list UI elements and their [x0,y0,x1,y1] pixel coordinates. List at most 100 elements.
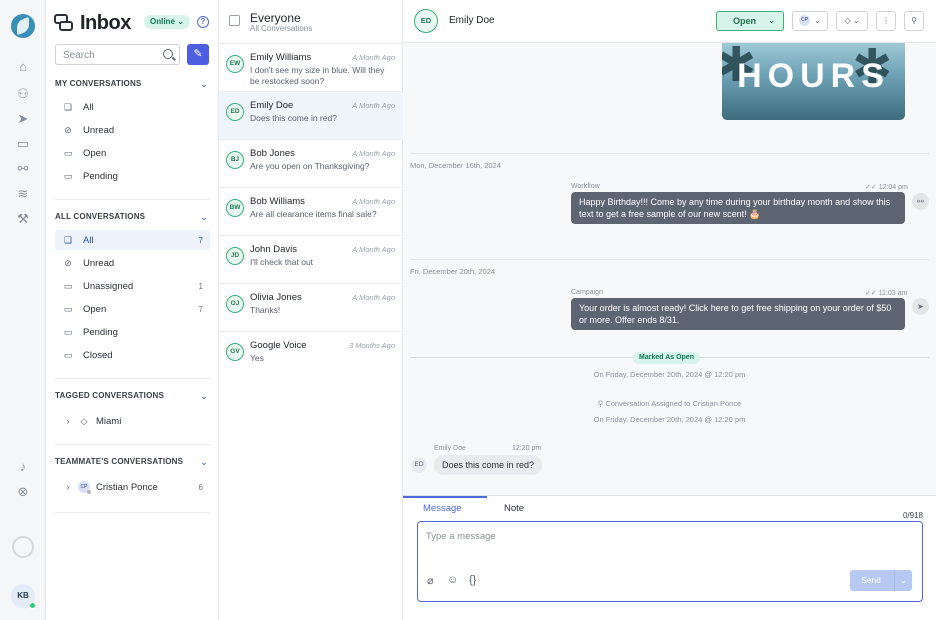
nav-item-count: 6 [198,482,203,492]
message-source: Campaign [571,289,603,296]
help-icon[interactable]: ? [197,16,209,28]
workflows-icon[interactable]: ⚯ [15,161,31,177]
chevron-down-icon[interactable]: ⌄ [200,212,208,223]
chevron-right-icon[interactable]: › [62,416,74,426]
app-logo-icon[interactable] [11,14,35,38]
contact-avatar: ED [226,103,244,121]
my-conv-open[interactable]: ▭ Open [55,143,210,163]
all-conversations-heading[interactable]: ALL CONVERSATIONS ⌄ [55,212,210,226]
incoming-message[interactable]: Does this come in red? [434,455,543,475]
message-time-text: 11:03 am [878,290,908,297]
contact-name[interactable]: Emily Doe [449,15,495,26]
my-conv-pending[interactable]: ▭ Pending [55,166,210,186]
message-thread[interactable]: ✱ ✱ HOURS Mon, December 16th, 2024 Workf… [403,43,936,495]
contact-avatar: BW [226,199,244,217]
conversation-item[interactable]: BW Bob Williams A Month Ago Are all clearan… [219,187,403,235]
nav-item-label: Cristian Ponce [96,481,158,493]
message-time: ✓✓ 11:03 am [865,289,907,297]
status-dropdown[interactable]: Online ⌄ [144,15,190,29]
all-conv-pending[interactable]: ▭ Pending [55,322,210,342]
hours-image[interactable]: ✱ ✱ HOURS [722,43,905,120]
nav-item-label: Pending [83,170,118,182]
home-icon[interactable]: ⌂ [15,59,31,75]
chat-panel: ED Emily Doe Open ⌄ CP ⌄ ◇ ⌄ ⋮ ⚲ ✱ ✱ HOURS… [403,0,936,620]
chat-bubbles-icon: ❏ [63,101,73,112]
nav-item-label: Closed [83,349,113,361]
campaigns-icon[interactable]: ➤ [15,111,31,127]
conversation-time: A Month Ago [352,197,395,206]
attachment-icon[interactable]: ⌀ [427,574,434,587]
contact-name: Emily Williams [250,52,312,63]
message-input[interactable] [426,531,906,561]
nav-item-label: Pending [83,326,118,338]
send-button[interactable]: Send ⌄ [850,570,912,591]
left-rail: ⌂ ⚇ ➤ ▭ ⚯ ≋ ⚒ ♪ ⊗ KB [0,0,46,620]
variables-icon[interactable]: {} [469,574,476,586]
conversation-item[interactable]: GV Google Voice 3 Months Ago Yes [219,331,403,379]
tab-note[interactable]: Note [504,503,524,514]
chevron-down-icon[interactable]: ⌄ [200,391,208,402]
my-conv-unread[interactable]: ⊘ Unread [55,120,210,140]
list-title[interactable]: Everyone [250,11,301,25]
tab-message[interactable]: Message [423,503,462,514]
outgoing-message[interactable]: Happy Birthday!!! Come by any time durin… [571,192,905,224]
tag-dropdown[interactable]: ◇ ⌄ [836,11,868,31]
conversation-item[interactable]: BJ Bob Jones A Month Ago Are you open on Th… [219,139,403,187]
tools-icon[interactable]: ⚒ [15,211,31,227]
all-conv-unassigned[interactable]: ▭ Unassigned 1 [55,276,210,296]
conversation-snippet: I'll check that out [250,257,314,267]
all-conv-unread[interactable]: ⊘ Unread [55,253,210,273]
select-all-checkbox[interactable] [229,15,240,26]
conversation-time: A Month Ago [352,245,395,254]
conversation-snippet: Thanks! [250,305,281,315]
teammate-cristian-ponce[interactable]: › CP Cristian Ponce 6 [55,477,210,497]
chevron-down-icon[interactable]: ⌄ [200,457,208,468]
contact-name: John Davis [250,244,297,255]
outgoing-message[interactable]: Your order is almost ready! Click here t… [571,298,905,330]
search-icon[interactable] [163,49,173,59]
my-conv-all[interactable]: ❏ All [55,97,210,117]
analytics-icon[interactable]: ≋ [15,186,31,202]
contacts-icon[interactable]: ⚇ [15,86,31,102]
message-time: ✓✓ 12:04 pm [865,183,908,191]
my-conversations-heading[interactable]: MY CONVERSATIONS ⌄ [55,79,210,93]
help-circle-icon[interactable]: ⊗ [15,484,31,500]
nav-item-label: Open [83,303,107,315]
tag-miami[interactable]: › ◇ Miami [55,411,210,431]
search-input[interactable] [56,46,156,65]
user-avatar[interactable]: KB [11,584,36,609]
contact-profile-button[interactable]: ⚲ [904,11,924,31]
chat-icon: ▭ [63,303,73,314]
contact-avatar: GV [226,343,244,361]
teammates-conversations-heading[interactable]: TEAMMATE'S CONVERSATIONS ⌄ [55,457,210,471]
conversation-time: 3 Months Ago [349,341,395,350]
status-button-label: Open [733,16,757,26]
more-options-button[interactable]: ⋮ [876,11,896,31]
chevron-down-icon[interactable]: ⌄ [200,79,208,90]
teammate-avatar: CP [78,481,91,494]
emoji-icon[interactable]: ☺ [447,574,458,586]
status-dropdown-button[interactable]: Open ⌄ [716,11,784,31]
conversation-item[interactable]: OJ Olivia Jones A Month Ago Thanks! [219,283,403,331]
all-conv-open[interactable]: ▭ Open 7 [55,299,210,319]
message-time-text: 12:04 pm [878,184,908,191]
conversation-item[interactable]: ED Emily Doe A Month Ago Does this come in … [219,91,403,139]
all-conv-closed[interactable]: ▭ Closed [55,345,210,365]
assignee-dropdown[interactable]: CP ⌄ [792,11,828,31]
contact-avatar: EW [226,55,244,73]
inbox-icon[interactable]: ▭ [15,136,31,152]
conversation-snippet: Yes [250,353,264,363]
conversation-time: A Month Ago [352,293,395,302]
bell-icon[interactable]: ♪ [15,459,31,475]
contact-avatar[interactable]: ED [414,9,438,33]
all-conv-all[interactable]: ❏ All 7 [55,230,210,250]
conversation-item[interactable]: EW Emily Williams A Month Ago I don't see m… [219,43,403,91]
nav-item-count: 7 [198,235,203,245]
compose-button[interactable]: ✎ [187,44,209,65]
conversation-item[interactable]: JD John Davis A Month Ago I'll check that o… [219,235,403,283]
active-tab-underline [403,496,487,498]
tagged-conversations-heading[interactable]: TAGGED CONVERSATIONS ⌄ [55,391,210,405]
status-ring-icon[interactable] [12,536,34,558]
chevron-right-icon[interactable]: › [62,482,74,492]
chevron-down-icon[interactable]: ⌄ [894,570,912,591]
